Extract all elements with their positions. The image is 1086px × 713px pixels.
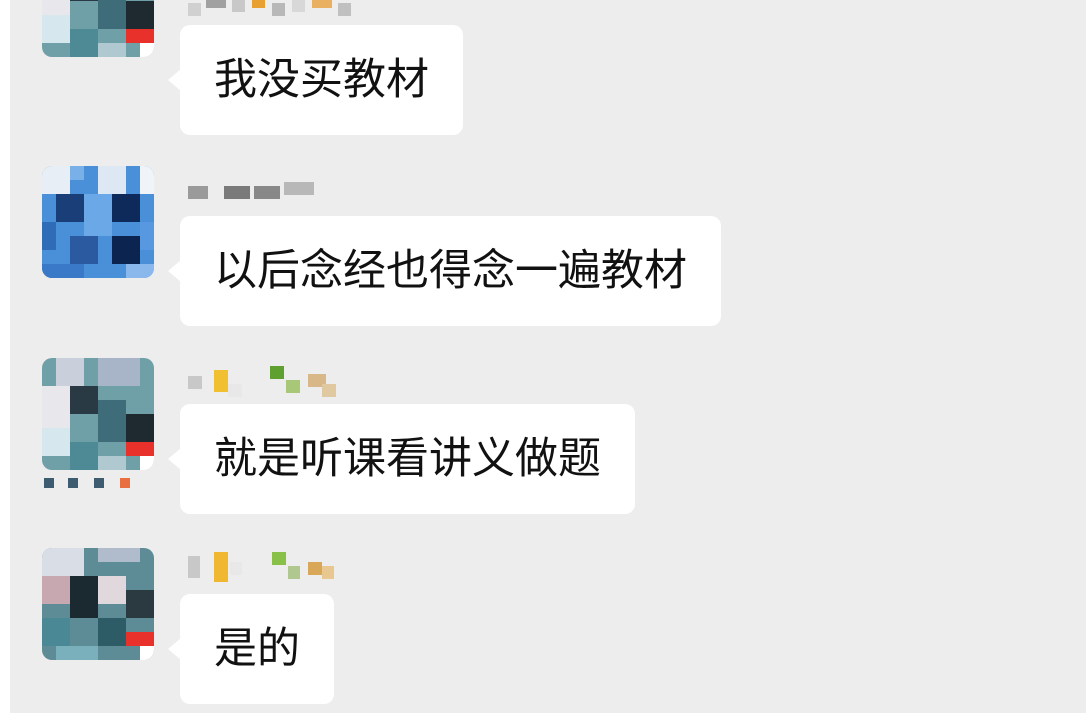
sender-name [188, 178, 318, 208]
avatar[interactable] [42, 0, 154, 57]
message: 是的 [10, 548, 1086, 713]
sender-name [188, 366, 348, 397]
message-bubble[interactable]: 是的 [168, 594, 334, 704]
message: 就是听课看讲义做题 [10, 358, 1086, 528]
message-text: 就是听课看讲义做题 [214, 433, 601, 484]
message-text: 以后念经也得念一遍教材 [214, 245, 687, 296]
avatar[interactable] [42, 358, 154, 470]
sender-name [188, 0, 368, 25]
message-bubble[interactable]: 以后念经也得念一遍教材 [168, 216, 721, 326]
message: 我没买教材 [10, 0, 1086, 135]
avatar[interactable] [42, 166, 154, 278]
chat-area[interactable]: 我没买教材 以后念经也得念一遍教材 就是听课看讲义做题 是的 [10, 0, 1086, 713]
avatar-strip [44, 478, 144, 492]
message-bubble[interactable]: 就是听课看讲义做题 [168, 404, 635, 514]
sender-name [188, 552, 348, 582]
message-bubble[interactable]: 我没买教材 [168, 25, 463, 135]
message: 以后念经也得念一遍教材 [10, 166, 1086, 336]
message-text: 是的 [214, 623, 300, 674]
message-text: 我没买教材 [214, 54, 429, 105]
avatar[interactable] [42, 548, 154, 660]
